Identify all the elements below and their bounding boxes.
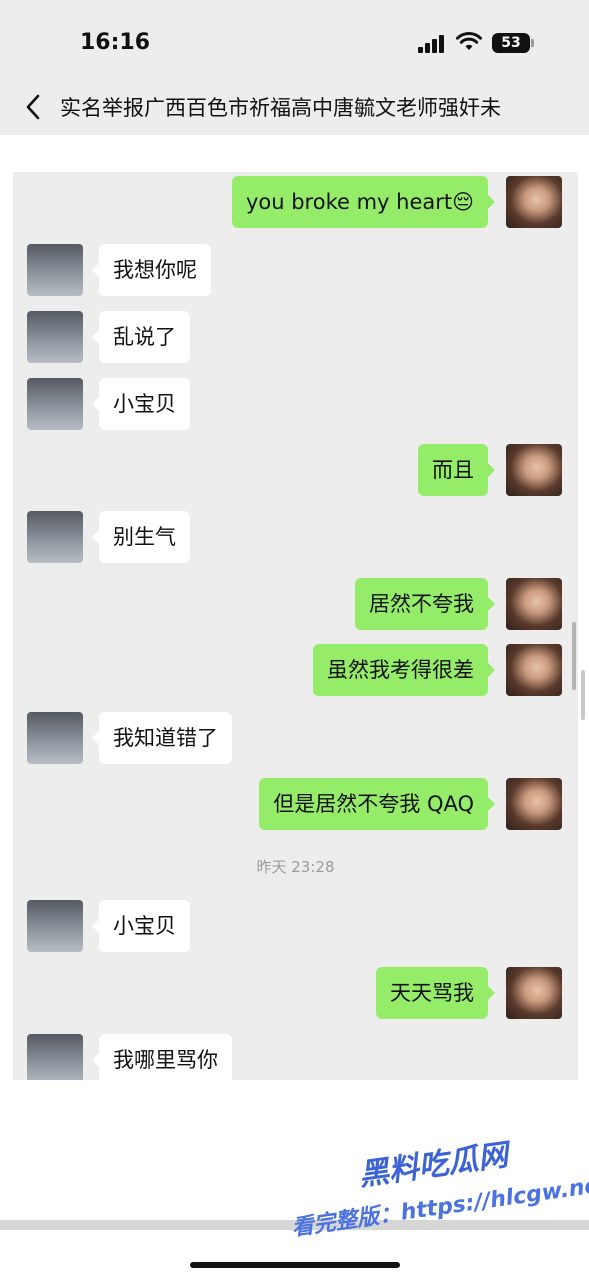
- message-sent: 而且: [13, 444, 578, 496]
- message-bubble[interactable]: 小宝贝: [92, 900, 190, 952]
- message-bubble[interactable]: 乱说了: [92, 311, 190, 363]
- message-received: 乱说了: [13, 311, 578, 363]
- user-avatar[interactable]: [506, 578, 562, 630]
- user-avatar[interactable]: [506, 967, 562, 1019]
- user-avatar[interactable]: [506, 644, 562, 696]
- message-bubble[interactable]: 我知道错了: [92, 712, 232, 764]
- battery-cap: [531, 39, 534, 47]
- contact-avatar[interactable]: [27, 378, 83, 430]
- scrollbar-track-mark: [581, 670, 585, 720]
- message-bubble[interactable]: you broke my heart😔: [231, 176, 496, 228]
- message-sent: 虽然我考得很差: [13, 644, 578, 696]
- message-received: 小宝贝: [13, 378, 578, 430]
- contact-avatar[interactable]: [27, 311, 83, 363]
- message-received: 我想你呢: [13, 244, 578, 296]
- message-received: 我知道错了: [13, 712, 578, 764]
- home-indicator[interactable]: [190, 1262, 400, 1268]
- chat-message-list[interactable]: you broke my heart😔 我想你呢 乱说了 小宝贝 而且 别生气 …: [13, 172, 578, 1080]
- message-sent: 居然不夸我: [13, 578, 578, 630]
- contact-avatar[interactable]: [27, 1034, 83, 1080]
- chat-header: 实名举报广西百色市祈福高中唐毓文老师强奸未: [0, 80, 589, 135]
- contact-avatar[interactable]: [27, 712, 83, 764]
- message-bubble[interactable]: 但是居然不夸我 QAQ: [259, 778, 495, 830]
- message-received: 我哪里骂你: [13, 1034, 578, 1080]
- user-avatar[interactable]: [506, 176, 562, 228]
- message-sent: 但是居然不夸我 QAQ: [13, 778, 578, 830]
- message-bubble[interactable]: 而且: [418, 444, 495, 496]
- status-time: 16:16: [80, 30, 151, 55]
- user-avatar[interactable]: [506, 778, 562, 830]
- message-bubble[interactable]: 我想你呢: [92, 244, 211, 296]
- watermark: 黑料吃瓜网 看完整版：https://hlcgw.net: [290, 1138, 589, 1250]
- message-bubble[interactable]: 虽然我考得很差: [313, 644, 495, 696]
- user-avatar[interactable]: [506, 444, 562, 496]
- battery-indicator: 53: [492, 33, 530, 53]
- scrollbar-thumb[interactable]: [572, 622, 576, 690]
- message-bubble[interactable]: 我哪里骂你: [92, 1034, 232, 1080]
- contact-avatar[interactable]: [27, 900, 83, 952]
- message-received: 别生气: [13, 511, 578, 563]
- message-bubble[interactable]: 别生气: [92, 511, 190, 563]
- cellular-signal-icon: [418, 35, 446, 53]
- message-received: 小宝贝: [13, 900, 578, 952]
- chat-title: 实名举报广西百色市祈福高中唐毓文老师强奸未: [60, 96, 501, 120]
- contact-avatar[interactable]: [27, 244, 83, 296]
- message-bubble[interactable]: 居然不夸我: [355, 578, 495, 630]
- message-sent: you broke my heart😔: [13, 176, 578, 228]
- status-bar: 16:16 53: [0, 0, 589, 80]
- wifi-icon: [456, 32, 482, 50]
- back-chevron-icon[interactable]: [20, 92, 46, 122]
- message-timestamp: 昨天 23:28: [256, 858, 335, 876]
- contact-avatar[interactable]: [27, 511, 83, 563]
- message-bubble[interactable]: 天天骂我: [376, 967, 495, 1019]
- message-bubble[interactable]: 小宝贝: [92, 378, 190, 430]
- message-sent: 天天骂我: [13, 967, 578, 1019]
